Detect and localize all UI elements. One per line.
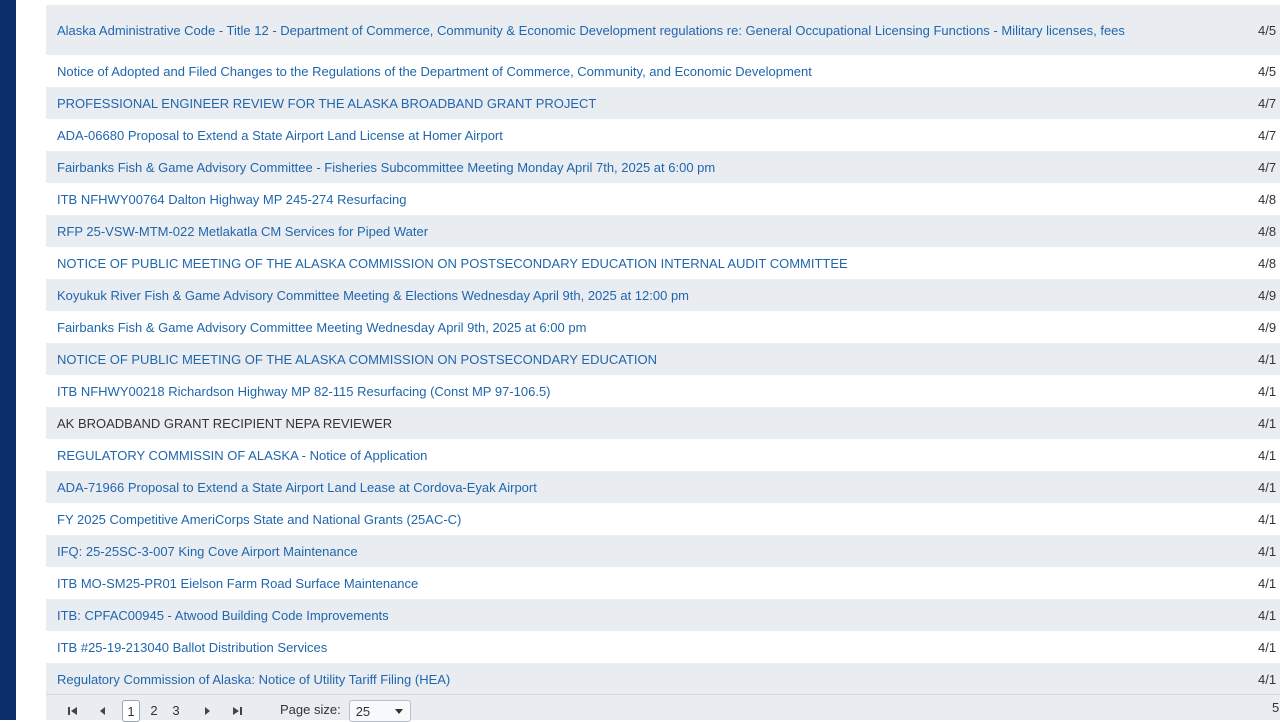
notice-title-link[interactable]: ITB: CPFAC00945 - Atwood Building Code I…: [57, 606, 1207, 625]
last-page-icon[interactable]: [226, 700, 248, 722]
pager: 1 2 3 Page size: 25 5: [46, 694, 1280, 722]
notice-date: 4/1: [1258, 351, 1277, 367]
table-row: ADA-71966 Proposal to Extend a State Air…: [46, 471, 1280, 503]
notice-title-link[interactable]: Alaska Administrative Code - Title 12 - …: [57, 21, 1207, 40]
table-row: Fairbanks Fish & Game Advisory Committee…: [46, 151, 1280, 183]
table-row: AK BROADBAND GRANT RECIPIENT NEPA REVIEW…: [46, 407, 1280, 439]
notice-title-link[interactable]: ITB NFHWY00218 Richardson Highway MP 82-…: [57, 382, 1207, 401]
notices-table: Alaska Administrative Code - Title 12 - …: [46, 5, 1280, 695]
notice-title-link[interactable]: Regulatory Commission of Alaska: Notice …: [57, 670, 1207, 689]
page-number[interactable]: 3: [168, 700, 184, 720]
table-row: ITB #25-19-213040 Ballot Distribution Se…: [46, 631, 1280, 663]
notice-date: 4/1: [1258, 415, 1277, 431]
notice-date: 4/8: [1258, 255, 1277, 271]
notice-date: 4/1: [1258, 479, 1277, 495]
notice-date: 4/7: [1258, 95, 1277, 111]
notice-date: 4/1: [1258, 607, 1277, 623]
table-row: NOTICE OF PUBLIC MEETING OF THE ALASKA C…: [46, 247, 1280, 279]
notice-title-link[interactable]: Notice of Adopted and Filed Changes to t…: [57, 62, 1207, 81]
notice-title-link[interactable]: RFP 25-VSW-MTM-022 Metlakatla CM Service…: [57, 222, 1207, 241]
notice-title-link[interactable]: PROFESSIONAL ENGINEER REVIEW FOR THE ALA…: [57, 94, 1207, 113]
table-row: PROFESSIONAL ENGINEER REVIEW FOR THE ALA…: [46, 87, 1280, 119]
table-row: ADA-06680 Proposal to Extend a State Air…: [46, 119, 1280, 151]
table-row: ITB: CPFAC00945 - Atwood Building Code I…: [46, 599, 1280, 631]
page-size-value: 25: [355, 703, 371, 719]
table-row: Notice of Adopted and Filed Changes to t…: [46, 55, 1280, 87]
notice-date: 4/1: [1258, 447, 1277, 463]
notice-title-link[interactable]: Koyukuk River Fish & Game Advisory Commi…: [57, 286, 1207, 305]
pager-summary: 5: [1272, 700, 1280, 715]
page-number-current[interactable]: 1: [122, 700, 140, 722]
notice-title-link[interactable]: IFQ: 25-25SC-3-007 King Cove Airport Mai…: [57, 542, 1207, 561]
table-row: REGULATORY COMMISSIN OF ALASKA - Notice …: [46, 439, 1280, 471]
notice-date: 4/1: [1258, 543, 1277, 559]
table-row: RFP 25-VSW-MTM-022 Metlakatla CM Service…: [46, 215, 1280, 247]
notice-date: 4/1: [1258, 575, 1277, 591]
notice-date: 4/9: [1258, 319, 1277, 335]
notice-date: 4/8: [1258, 191, 1277, 207]
table-row: Alaska Administrative Code - Title 12 - …: [46, 5, 1280, 55]
table-row: ITB MO-SM25-PR01 Eielson Farm Road Surfa…: [46, 567, 1280, 599]
notice-title-link[interactable]: NOTICE OF PUBLIC MEETING OF THE ALASKA C…: [57, 350, 1207, 369]
notice-title-link[interactable]: ADA-06680 Proposal to Extend a State Air…: [57, 126, 1207, 145]
notice-title-link[interactable]: Fairbanks Fish & Game Advisory Committee…: [57, 158, 1207, 177]
notice-title-link[interactable]: ITB #25-19-213040 Ballot Distribution Se…: [57, 638, 1207, 657]
notice-date: 4/1: [1258, 639, 1277, 655]
table-row: Fairbanks Fish & Game Advisory Committee…: [46, 311, 1280, 343]
notice-date: 4/1: [1258, 383, 1277, 399]
notice-date: 4/9: [1258, 287, 1277, 303]
notice-date: 4/5: [1258, 22, 1277, 38]
notice-date: 4/1: [1258, 511, 1277, 527]
notice-date: 4/7: [1258, 159, 1277, 175]
table-row: ITB NFHWY00764 Dalton Highway MP 245-274…: [46, 183, 1280, 215]
notice-date: 4/5: [1258, 63, 1277, 79]
page-number[interactable]: 2: [146, 700, 162, 720]
table-row: ITB NFHWY00218 Richardson Highway MP 82-…: [46, 375, 1280, 407]
notice-title-link[interactable]: REGULATORY COMMISSIN OF ALASKA - Notice …: [57, 446, 1207, 465]
notice-title-link[interactable]: ITB NFHWY00764 Dalton Highway MP 245-274…: [57, 190, 1207, 209]
next-page-icon[interactable]: [196, 700, 218, 722]
table-row: Regulatory Commission of Alaska: Notice …: [46, 663, 1280, 695]
notice-title-link[interactable]: AK BROADBAND GRANT RECIPIENT NEPA REVIEW…: [57, 414, 1207, 433]
notice-title-link[interactable]: FY 2025 Competitive AmeriCorps State and…: [57, 510, 1207, 529]
notice-date: 4/1: [1258, 671, 1277, 687]
table-row: NOTICE OF PUBLIC MEETING OF THE ALASKA C…: [46, 343, 1280, 375]
notice-title-link[interactable]: Fairbanks Fish & Game Advisory Committee…: [57, 318, 1207, 337]
page-size-select[interactable]: 25: [348, 700, 411, 722]
notice-title-link[interactable]: NOTICE OF PUBLIC MEETING OF THE ALASKA C…: [57, 254, 1207, 273]
left-nav-bar: [0, 0, 16, 720]
notice-title-link[interactable]: ADA-71966 Proposal to Extend a State Air…: [57, 478, 1207, 497]
notice-date: 4/7: [1258, 127, 1277, 143]
notice-title-link[interactable]: ITB MO-SM25-PR01 Eielson Farm Road Surfa…: [57, 574, 1207, 593]
first-page-icon[interactable]: [62, 700, 84, 722]
table-row: IFQ: 25-25SC-3-007 King Cove Airport Mai…: [46, 535, 1280, 567]
chevron-down-icon: [394, 704, 404, 719]
prev-page-icon[interactable]: [92, 700, 114, 722]
page-size-label: Page size:: [280, 702, 341, 717]
table-row: FY 2025 Competitive AmeriCorps State and…: [46, 503, 1280, 535]
table-row: Koyukuk River Fish & Game Advisory Commi…: [46, 279, 1280, 311]
notice-date: 4/8: [1258, 223, 1277, 239]
